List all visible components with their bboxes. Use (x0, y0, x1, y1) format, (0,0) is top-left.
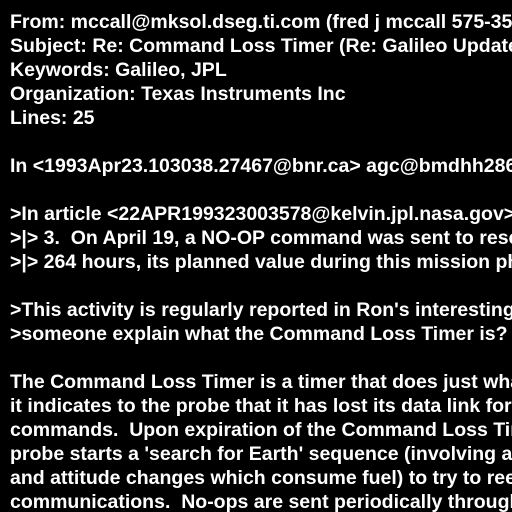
question-line: >This activity is regularly reported in … (10, 299, 512, 321)
attribution-line: In <1993Apr23.103038.27467@bnr.ca> agc@b… (10, 155, 512, 177)
body-line: and attitude changes which consume fuel)… (10, 467, 512, 489)
keywords-header: Keywords: Galileo, JPL (10, 59, 227, 81)
quoted-line: >|> 3. On April 19, a NO-OP command was … (10, 227, 512, 249)
quoted-line: >|> 264 hours, its planned value during … (10, 251, 512, 273)
body-line: The Command Loss Timer is a timer that d… (10, 371, 512, 393)
lines-header: Lines: 25 (10, 107, 95, 129)
question-line: >someone explain what the Command Loss T… (10, 323, 508, 345)
quote-intro-line: >In article <22APR199323003578@kelvin.jp… (10, 203, 512, 225)
email-document: From: mccall@mksol.dseg.ti.com (fred j m… (10, 10, 512, 512)
from-header: From: mccall@mksol.dseg.ti.com (fred j m… (10, 11, 512, 33)
body-line: it indicates to the probe that it has lo… (10, 395, 512, 417)
body-line: commands. Upon expiration of the Command… (10, 419, 512, 441)
subject-header: Subject: Re: Command Loss Timer (Re: Gal… (10, 35, 512, 57)
organization-header: Organization: Texas Instruments Inc (10, 83, 346, 105)
body-line: probe starts a 'search for Earth' sequen… (10, 443, 512, 465)
body-line: communications. No-ops are sent periodic… (10, 491, 512, 512)
